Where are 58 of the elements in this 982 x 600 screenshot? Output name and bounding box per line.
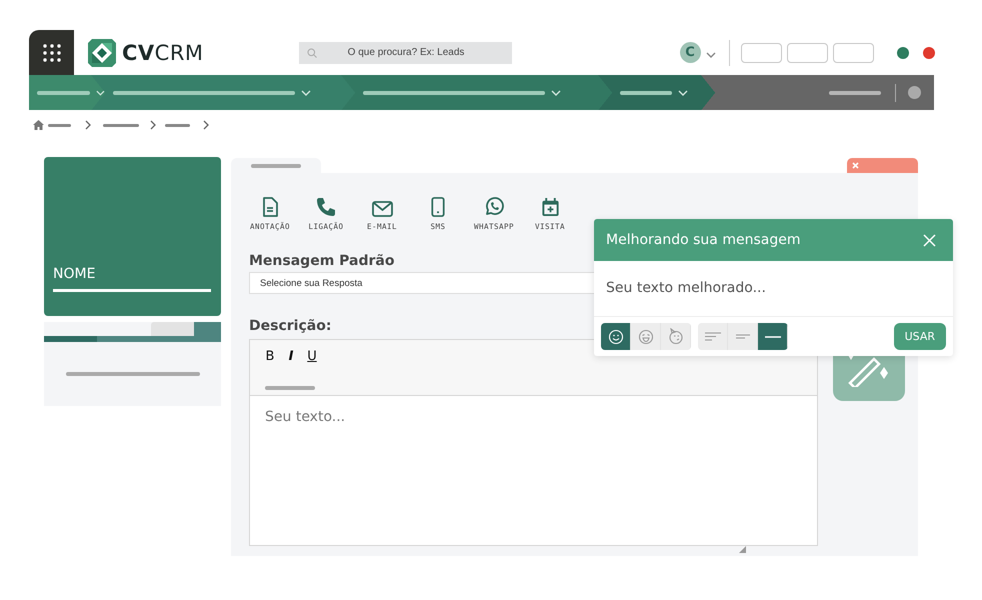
chevron-down-icon bbox=[96, 90, 105, 96]
popup-title: Melhorando sua mensagem bbox=[606, 232, 800, 248]
chevron-right-icon bbox=[85, 120, 91, 130]
header-button[interactable] bbox=[740, 42, 782, 62]
laughing-face-icon bbox=[638, 328, 654, 344]
close-tab-button[interactable] bbox=[847, 158, 918, 173]
search-input[interactable]: O que procura? Ex: Leads bbox=[316, 47, 504, 58]
search-icon bbox=[306, 48, 317, 58]
field-label: Descrição: bbox=[249, 318, 332, 334]
header-button[interactable] bbox=[786, 42, 828, 62]
improved-text-input[interactable]: Seu texto melhorado... bbox=[594, 261, 953, 316]
chevron-down-icon bbox=[678, 90, 688, 96]
status-dot bbox=[896, 46, 909, 58]
placeholder-bar bbox=[103, 124, 139, 126]
placeholder-bar bbox=[829, 90, 881, 94]
chat-phone-icon bbox=[484, 197, 504, 217]
placeholder-bar bbox=[37, 90, 90, 94]
party-face-icon bbox=[668, 328, 684, 345]
close-button[interactable] bbox=[923, 234, 936, 246]
profile-name: NOME bbox=[53, 266, 96, 282]
chevron-down-icon bbox=[551, 90, 561, 96]
status-dot bbox=[922, 46, 935, 58]
tone-button[interactable] bbox=[601, 323, 631, 350]
placeholder-bar bbox=[251, 164, 301, 168]
mobile-phone-icon bbox=[431, 197, 445, 217]
close-icon bbox=[852, 162, 859, 169]
format-button[interactable]: U bbox=[307, 349, 317, 364]
format-button[interactable]: I bbox=[286, 349, 296, 364]
chevron-right-icon bbox=[150, 120, 156, 130]
home-icon bbox=[33, 120, 44, 130]
format-button[interactable]: B bbox=[265, 349, 275, 364]
chevron-down-icon bbox=[301, 90, 311, 96]
placeholder-bar bbox=[165, 124, 190, 126]
logo-text: CVCRM bbox=[122, 40, 204, 64]
search-field[interactable]: O que procura? Ex: Leads bbox=[298, 42, 512, 64]
grid-menu-icon bbox=[42, 44, 60, 62]
two-lines-icon bbox=[736, 334, 750, 339]
circle-icon bbox=[908, 86, 921, 99]
close-icon bbox=[923, 234, 936, 246]
logo-icon bbox=[88, 38, 116, 66]
three-lines-icon bbox=[704, 332, 720, 341]
apps-menu-button[interactable] bbox=[29, 30, 74, 75]
placeholder-bar bbox=[265, 386, 315, 390]
smiley-icon bbox=[608, 328, 624, 344]
description-field[interactable]: Seu texto... bbox=[250, 396, 817, 545]
envelope-icon bbox=[372, 201, 392, 217]
field-label: Mensagem Padrão bbox=[249, 253, 396, 269]
phone-icon bbox=[316, 197, 336, 217]
calendar-plus-icon bbox=[540, 197, 560, 217]
single-line-icon bbox=[764, 336, 780, 338]
length-button[interactable] bbox=[758, 323, 788, 350]
document-icon bbox=[262, 197, 278, 217]
placeholder-bar bbox=[620, 90, 672, 94]
placeholder-bar bbox=[48, 124, 71, 126]
chevron-right-icon bbox=[203, 120, 209, 130]
panel-tab[interactable] bbox=[231, 158, 321, 173]
chevron-down-icon bbox=[706, 52, 716, 58]
header-button[interactable] bbox=[832, 42, 874, 62]
